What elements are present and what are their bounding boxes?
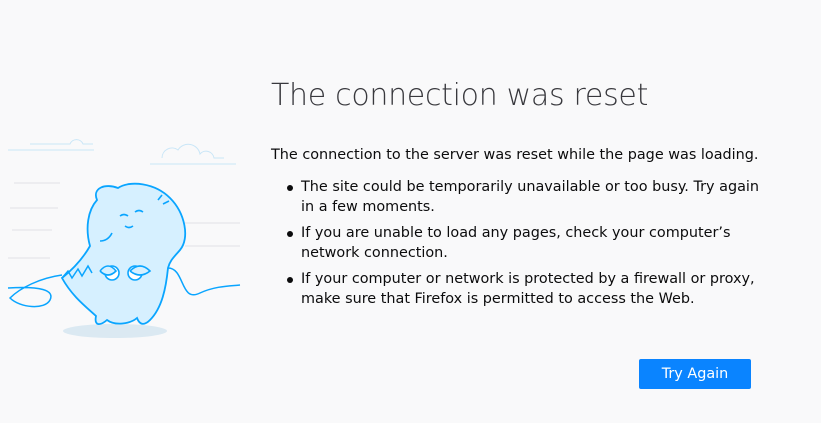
creature-body [60, 182, 187, 325]
suggestion-item: If your computer or network is protected… [271, 270, 771, 309]
bullet-icon [287, 231, 293, 237]
suggestion-text: If you are unable to load any pages, che… [301, 225, 731, 261]
suggestion-text: The site could be temporarily unavailabl… [301, 179, 760, 215]
suggestion-item: If you are unable to load any pages, che… [271, 224, 771, 263]
bullet-icon [287, 185, 293, 191]
shadow [63, 324, 167, 338]
error-intro: The connection to the server was reset w… [271, 147, 759, 163]
error-page: The connection was reset The connection … [0, 0, 821, 423]
cable-right [167, 267, 241, 296]
error-title: The connection was reset [271, 78, 649, 113]
suggestion-item: The site could be temporarily unavailabl… [271, 178, 771, 217]
suggestion-list: The site could be temporarily unavailabl… [271, 178, 771, 316]
unplugged-creature-icon [7, 139, 241, 338]
suggestion-text: If your computer or network is protected… [301, 271, 755, 307]
cable-left [7, 274, 63, 308]
cloud-right-icon [150, 143, 236, 165]
try-again-button[interactable]: Try Again [639, 359, 751, 389]
cloud-left-icon [8, 139, 94, 151]
error-content: The connection was reset The connection … [271, 72, 771, 307]
bullet-icon [287, 277, 293, 283]
